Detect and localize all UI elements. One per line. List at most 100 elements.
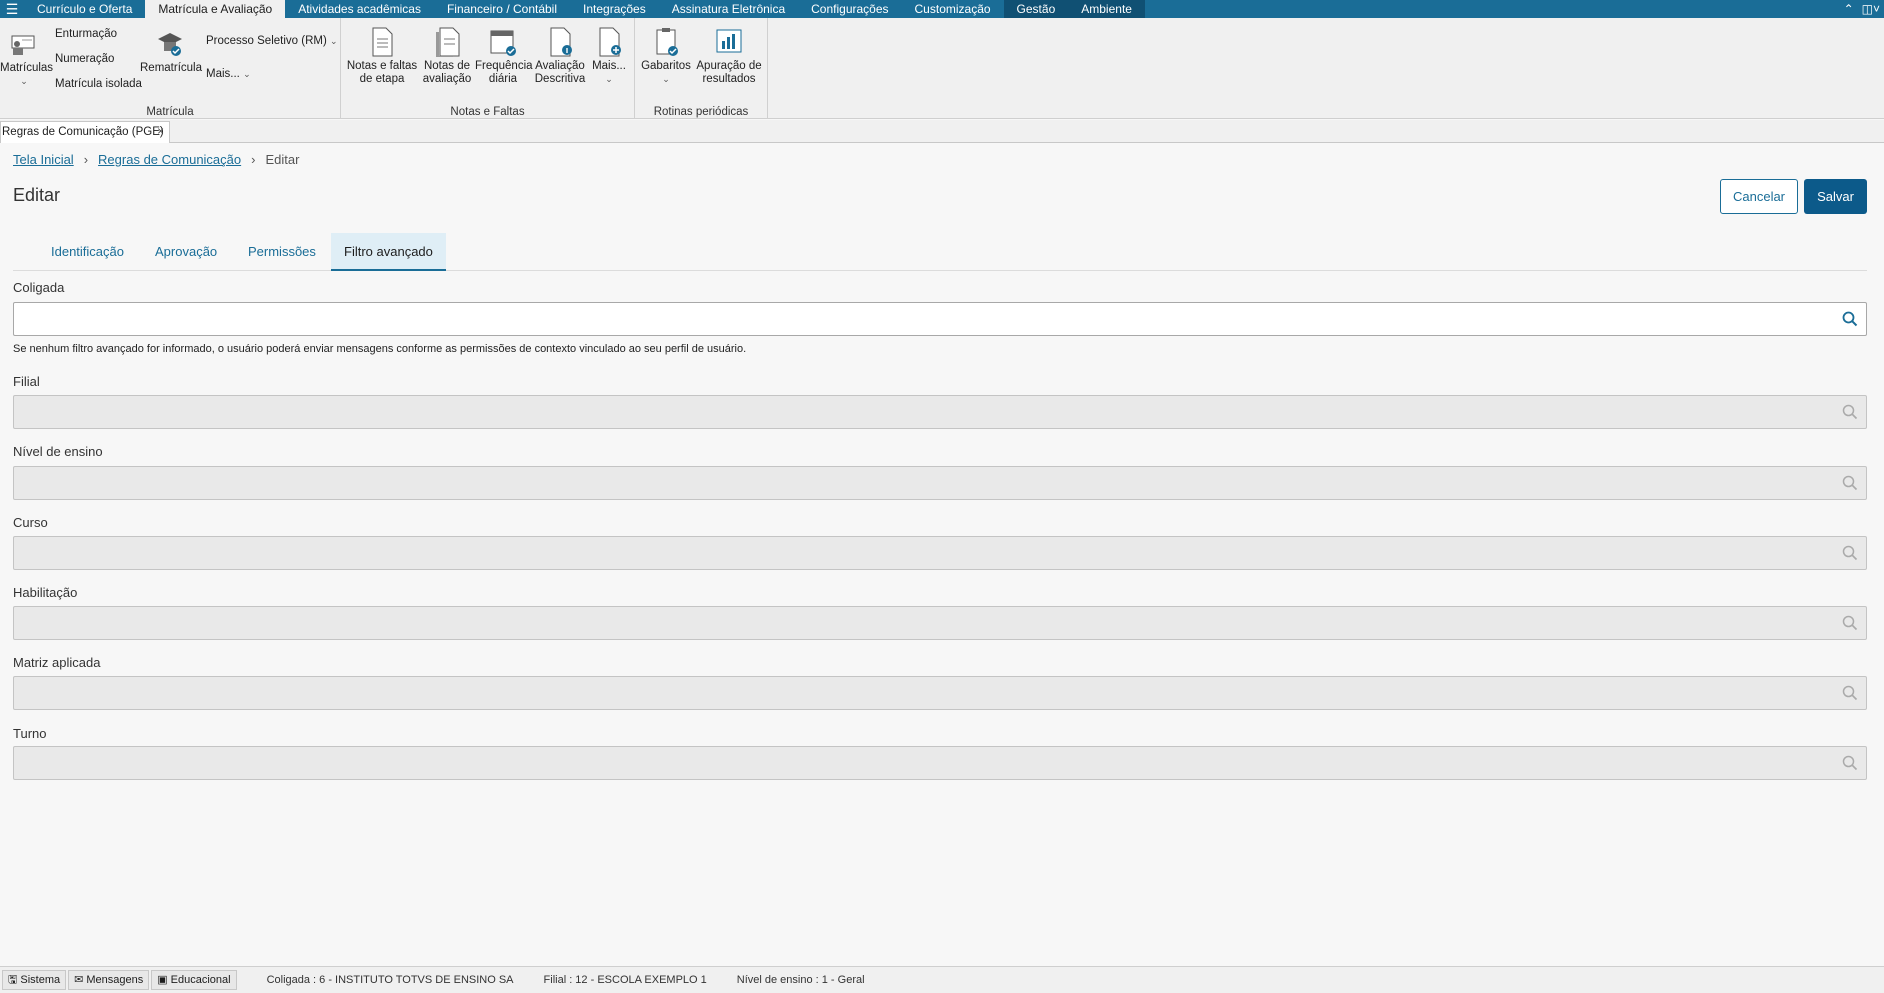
search-icon[interactable]: [1842, 755, 1858, 774]
group-label-notas: Notas e Faltas: [450, 106, 525, 118]
ribbon-group-notas: Notas e faltas de etapa Notas de avaliação…: [341, 18, 635, 119]
tab-filtro-avancado[interactable]: Filtro avançado: [331, 233, 446, 271]
tab-financeiro[interactable]: Financeiro / Contábil: [434, 0, 570, 18]
notas-avaliacao-label-2: avaliação: [422, 73, 472, 85]
curso-label: Curso: [13, 515, 48, 530]
tab-customizacao[interactable]: Customização: [902, 0, 1004, 18]
chevron-right-icon: ›: [83, 152, 89, 167]
search-icon[interactable]: [1842, 685, 1858, 704]
turno-label: Turno: [13, 726, 47, 741]
mais-matricula-button[interactable]: Mais... ⌄: [206, 68, 251, 80]
document-stack-icon: [436, 27, 460, 57]
notas-faltas-label-1: Notas e faltas: [346, 60, 418, 72]
tab-matricula-avaliacao[interactable]: Matrícula e Avaliação: [145, 0, 286, 18]
tab-configuracoes[interactable]: Configurações: [798, 0, 901, 18]
window-layout-icon[interactable]: ◫˅: [1862, 0, 1880, 18]
tab-assinatura[interactable]: Assinatura Eletrônica: [659, 0, 798, 18]
doc-tab-regras[interactable]: Regras de Comunicação (PGE) ×: [0, 121, 170, 143]
form-tabs: Identificação Aprovação Permissões Filtr…: [13, 233, 1867, 271]
collapse-ribbon-icon[interactable]: ⌃: [1844, 0, 1854, 18]
matriz-aplicada-field[interactable]: [13, 676, 1867, 710]
tab-integracoes[interactable]: Integrações: [570, 0, 659, 18]
turno-field[interactable]: [13, 746, 1867, 780]
curso-field[interactable]: [13, 536, 1867, 570]
educacional-button[interactable]: ▣ Educacional: [151, 970, 237, 990]
status-bar: 🖫 Sistema ✉ Mensagens ▣ Educacional Coligad…: [0, 966, 1884, 993]
hamburger-menu-icon[interactable]: ☰: [0, 0, 24, 18]
habilitacao-field[interactable]: [13, 606, 1867, 640]
coligada-field[interactable]: [13, 302, 1867, 336]
gabaritos-label: Gabaritos: [641, 60, 691, 72]
enturmacao-button[interactable]: Enturmação: [55, 28, 117, 40]
mais-notas-button[interactable]: Mais... ⌄: [589, 26, 629, 86]
nivel-ensino-label: Nível de ensino: [13, 444, 103, 459]
search-icon[interactable]: [1842, 545, 1858, 564]
rematricula-button[interactable]: Rematrícula: [140, 30, 202, 75]
tab-curriculo[interactable]: Currículo e Oferta: [24, 0, 145, 18]
numeracao-button[interactable]: Numeração: [55, 53, 114, 65]
filter-hint-text: Se nenhum filtro avançado for informado,…: [13, 343, 747, 355]
sistema-button[interactable]: 🖫 Sistema: [2, 970, 67, 990]
tab-permissoes[interactable]: Permissões: [235, 233, 329, 271]
main-content: Tela Inicial › Regras de Comunicação › E…: [0, 143, 1884, 966]
calendar-check-icon: [490, 30, 516, 56]
breadcrumb-parent-link[interactable]: Regras de Comunicação: [98, 152, 241, 167]
ribbon-group-rotinas: Gabaritos ⌄ Apuração de resultados Rotinas…: [635, 18, 768, 119]
doc-tab-label: Regras de Comunicação (PGE): [2, 126, 164, 138]
search-icon[interactable]: [1842, 404, 1858, 423]
chevron-down-icon: ⌄: [243, 69, 251, 79]
matriz-aplicada-label: Matriz aplicada: [13, 655, 101, 670]
matricula-isolada-button[interactable]: Matrícula isolada: [55, 78, 142, 90]
search-icon[interactable]: [1842, 311, 1858, 330]
avaliacao-label-1: Avaliação: [535, 60, 585, 72]
filial-field[interactable]: [13, 395, 1867, 429]
habilitacao-label: Habilitação: [13, 585, 78, 600]
processo-seletivo-button[interactable]: Processo Seletivo (RM) ⌄: [206, 35, 338, 47]
document-add-icon: [599, 27, 621, 57]
avaliacao-label-2: Descritiva: [534, 73, 586, 85]
breadcrumb-home-link[interactable]: Tela Inicial: [13, 152, 74, 167]
coligada-label: Coligada: [13, 280, 65, 295]
cancel-button[interactable]: Cancelar: [1720, 179, 1798, 214]
status-filial: Filial : 12 - ESCOLA EXEMPLO 1: [543, 974, 707, 986]
rematricula-label: Rematrícula: [140, 62, 202, 74]
document-icon: [372, 27, 393, 57]
search-icon[interactable]: [1842, 475, 1858, 494]
top-nav-bar: ☰ Currículo e Oferta Matrícula e Avaliaç…: [0, 0, 1884, 18]
avaliacao-descritiva-button[interactable]: Avaliação Descritiva: [533, 26, 587, 86]
tab-gestao[interactable]: Gestão: [1003, 0, 1069, 18]
status-coligada: Coligada : 6 - INSTITUTO TOTVS DE ENSINO…: [266, 974, 514, 986]
bar-chart-icon: [716, 29, 742, 53]
notas-faltas-label-2: de etapa: [359, 73, 405, 85]
search-icon[interactable]: [1842, 615, 1858, 634]
notas-avaliacao-label-1: Notas de: [423, 60, 471, 72]
status-nivel: Nível de ensino : 1 - Geral: [736, 974, 865, 986]
notas-avaliacao-button[interactable]: Notas de avaliação: [421, 26, 473, 86]
breadcrumb-current: Editar: [265, 152, 300, 167]
message-icon: ✉: [74, 974, 84, 986]
group-label-rotinas: Rotinas periódicas: [653, 106, 749, 118]
notas-faltas-etapa-button[interactable]: Notas e faltas de etapa: [346, 26, 418, 86]
document-info-icon: [550, 27, 572, 57]
mensagens-button[interactable]: ✉ Mensagens: [68, 970, 150, 990]
sistema-label: Sistema: [20, 974, 61, 986]
mensagens-label: Mensagens: [86, 974, 144, 986]
chevron-down-icon: ⌄: [605, 74, 613, 84]
chevron-down-icon: ⌄: [20, 76, 28, 86]
close-icon[interactable]: ×: [157, 122, 164, 142]
nivel-ensino-field[interactable]: [13, 466, 1867, 500]
gabaritos-button[interactable]: Gabaritos ⌄: [640, 26, 692, 86]
tab-ambiente[interactable]: Ambiente: [1068, 0, 1145, 18]
mais-notas-label: Mais...: [592, 60, 626, 72]
matriculas-button[interactable]: Matrículas ⌄: [0, 30, 53, 88]
tab-aprovacao[interactable]: Aprovação: [142, 233, 230, 271]
matriculas-label: Matrículas: [0, 62, 54, 74]
save-button[interactable]: Salvar: [1804, 179, 1867, 214]
app-icon: ▣: [157, 974, 168, 986]
tab-atividades[interactable]: Atividades acadêmicas: [285, 0, 434, 18]
chevron-right-icon: ›: [251, 152, 256, 167]
tab-identificacao[interactable]: Identificação: [38, 233, 137, 271]
apuracao-resultados-button[interactable]: Apuração de resultados: [694, 26, 764, 86]
document-tabs: Regras de Comunicação (PGE) ×: [0, 120, 1884, 143]
frequencia-diaria-button[interactable]: Frequência diária: [475, 26, 533, 86]
